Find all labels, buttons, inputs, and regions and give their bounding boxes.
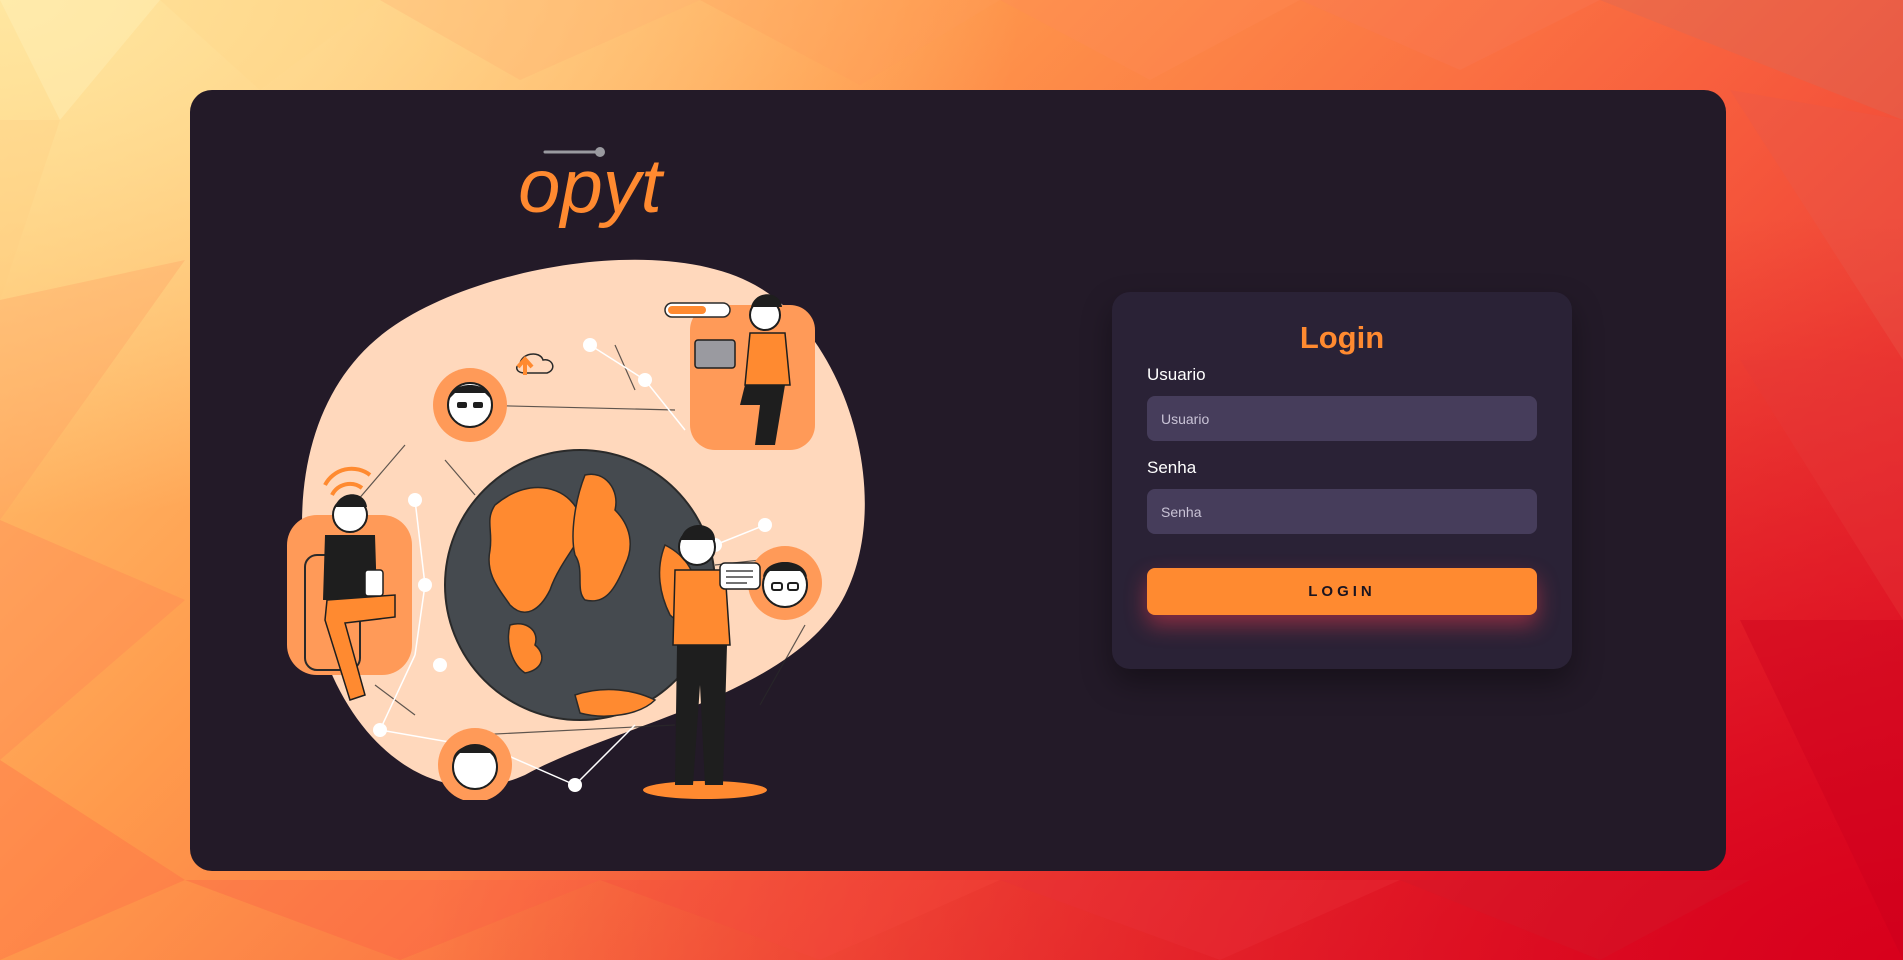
login-form: Login Usuario Senha LOGIN (1112, 292, 1572, 669)
username-label: Usuario (1147, 365, 1206, 384)
password-label: Senha (1147, 458, 1197, 477)
login-card: opyt Login Usuario Usuario Senha LOGIN (190, 90, 1726, 871)
opyt-logo: opyt (518, 144, 665, 229)
login-button[interactable]: LOGIN (1147, 568, 1537, 615)
global-network-illustration (287, 259, 865, 800)
svg-text:opyt: opyt (518, 144, 665, 229)
login-title: Login (1299, 320, 1385, 355)
password-input[interactable] (1147, 489, 1537, 534)
username-input[interactable] (1147, 396, 1537, 441)
